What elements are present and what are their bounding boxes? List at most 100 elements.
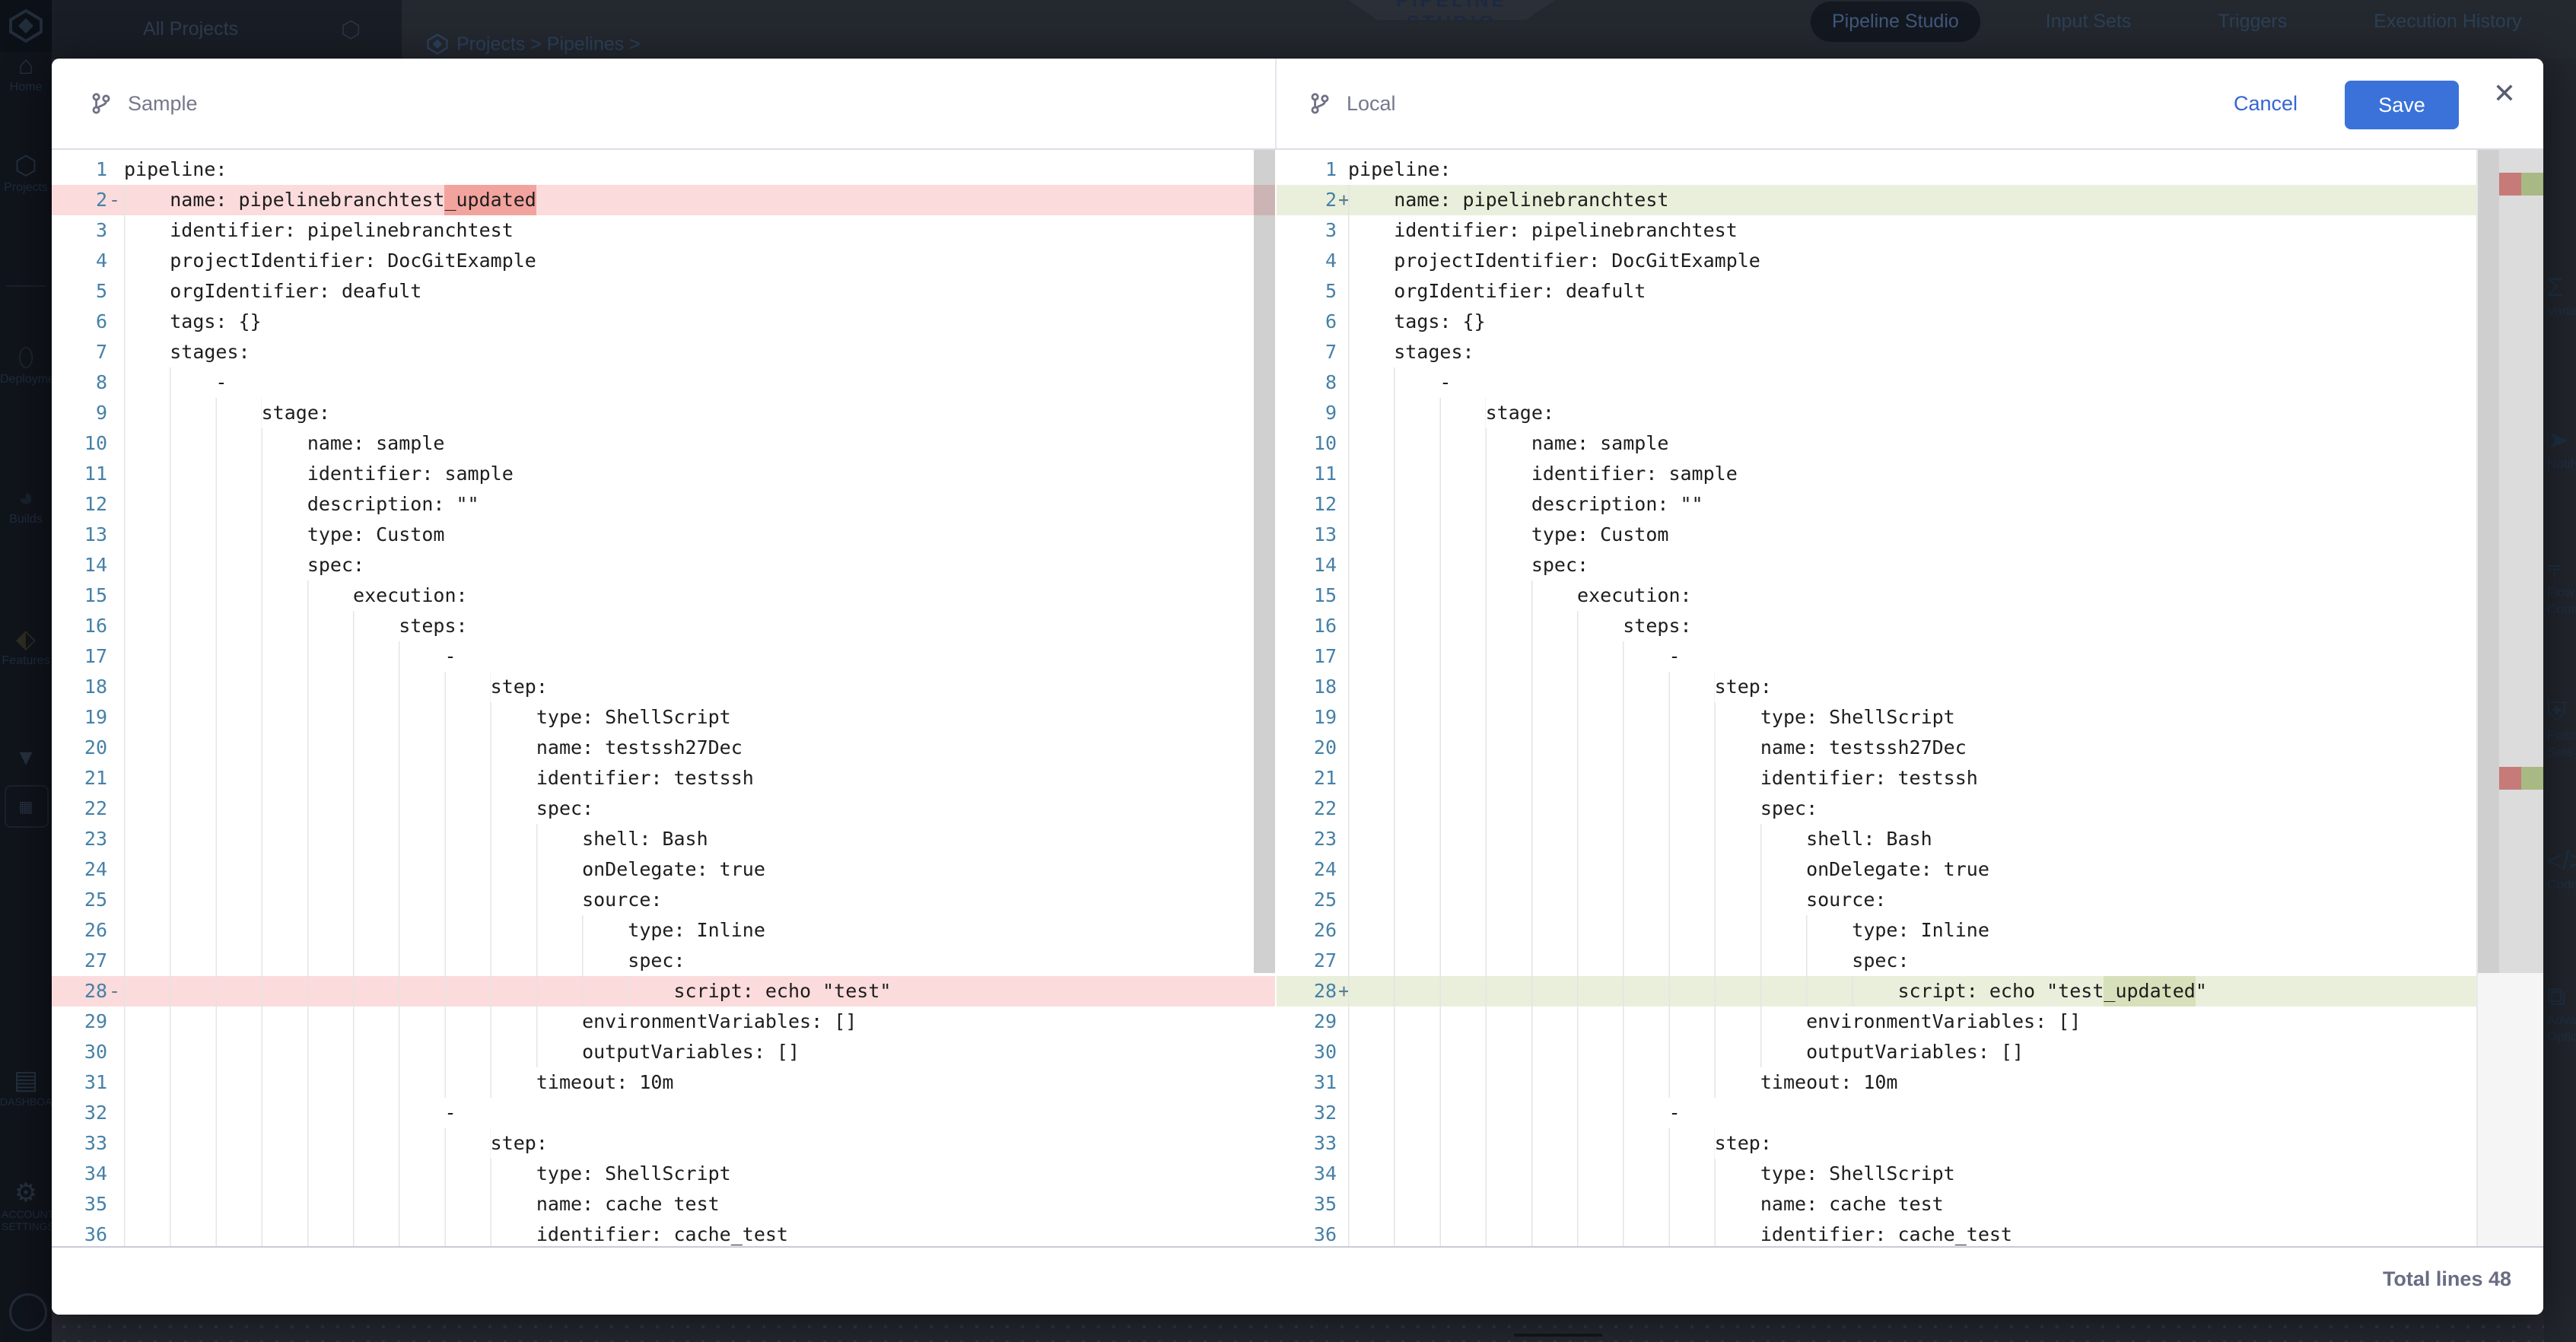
code-line[interactable]: 9 stage:: [52, 398, 1275, 428]
modified-editor[interactable]: 1pipeline:2+ name: pipelinebranchtest3 i…: [1277, 150, 2476, 1246]
code-line[interactable]: 7 stages:: [52, 337, 1275, 367]
code-line[interactable]: 2- name: pipelinebranchtest_updated: [52, 185, 1275, 215]
close-icon[interactable]: ✕: [2483, 72, 2526, 115]
code-line[interactable]: 34 type: ShellScript: [52, 1159, 1275, 1189]
module-grid-button[interactable]: ▦: [5, 785, 49, 828]
sidebar-item-account-settings[interactable]: ⚙ ACCOUNT SETTINGS: [0, 1178, 52, 1232]
code-line[interactable]: 5 orgIdentifier: deafult: [52, 276, 1275, 307]
code-line[interactable]: 3 identifier: pipelinebranchtest: [52, 215, 1275, 246]
sidebar-item-features[interactable]: ⬖ Features: [0, 624, 52, 668]
code-line[interactable]: 22 spec:: [52, 793, 1275, 824]
code-line[interactable]: 22 spec:: [1277, 793, 2476, 824]
code-line[interactable]: 20 name: testssh27Dec: [1277, 733, 2476, 763]
code-line[interactable]: 16 steps:: [52, 611, 1275, 641]
code-line[interactable]: 32 -: [1277, 1098, 2476, 1128]
code-line[interactable]: 12 description: "": [1277, 489, 2476, 520]
save-button[interactable]: Save: [2345, 81, 2459, 129]
code-line[interactable]: 32 -: [52, 1098, 1275, 1128]
code-line[interactable]: 24 onDelegate: true: [52, 854, 1275, 885]
code-line[interactable]: 8 -: [1277, 367, 2476, 398]
code-line[interactable]: 11 identifier: sample: [52, 459, 1275, 489]
sidebar-item-home[interactable]: ⌂ Home: [0, 50, 52, 94]
project-selector[interactable]: All Projects ⬡: [52, 0, 402, 59]
breadcrumb[interactable]: Projects > Pipelines >: [426, 30, 641, 58]
sidebar-item-dashboards[interactable]: ▤ DASHBOARDS: [0, 1065, 52, 1108]
original-editor[interactable]: 1pipeline:2- name: pipelinebranchtest_up…: [52, 150, 1275, 1246]
code-line[interactable]: 19 type: ShellScript: [1277, 702, 2476, 733]
code-line[interactable]: 21 identifier: testssh: [52, 763, 1275, 793]
code-line[interactable]: 1pipeline:: [1277, 154, 2476, 185]
code-line[interactable]: 4 projectIdentifier: DocGitExample: [1277, 246, 2476, 276]
avatar[interactable]: [9, 1293, 47, 1331]
code-line[interactable]: 25 source:: [52, 885, 1275, 915]
sidebar-expand-chevron[interactable]: ▾: [0, 742, 52, 772]
rail-item-policy-sets[interactable]: ⛨ Policy Sets: [2547, 698, 2576, 761]
code-line[interactable]: 23 shell: Bash: [1277, 824, 2476, 854]
code-line[interactable]: 18 step:: [52, 672, 1275, 702]
sidebar-item-projects[interactable]: ⬡ Projects: [0, 151, 52, 195]
code-line[interactable]: 29 environmentVariables: []: [1277, 1006, 2476, 1037]
code-line[interactable]: 17 -: [1277, 641, 2476, 672]
code-line[interactable]: 1pipeline:: [52, 154, 1275, 185]
rail-item-advanced-options[interactable]: ⧉ Advanced Options: [2547, 982, 2576, 1045]
code-line[interactable]: 5 orgIdentifier: deafult: [1277, 276, 2476, 307]
tab-input-sets[interactable]: Input Sets: [2024, 2, 2153, 42]
code-line[interactable]: 21 identifier: testssh: [1277, 763, 2476, 793]
code-line[interactable]: 2+ name: pipelinebranchtest: [1277, 185, 2476, 215]
sidebar-item-builds[interactable]: ◕ Builds: [0, 482, 52, 526]
code-line[interactable]: 10 name: sample: [52, 428, 1275, 459]
code-line[interactable]: 18 step:: [1277, 672, 2476, 702]
code-line[interactable]: 31 timeout: 10m: [1277, 1067, 2476, 1098]
code-line[interactable]: 17 -: [52, 641, 1275, 672]
code-line[interactable]: 20 name: testssh27Dec: [52, 733, 1275, 763]
code-line[interactable]: 9 stage:: [1277, 398, 2476, 428]
sidebar-item-deployments[interactable]: ⬯ Deployments: [0, 342, 52, 386]
code-line[interactable]: 30 outputVariables: []: [1277, 1037, 2476, 1067]
code-line[interactable]: 13 type: Custom: [1277, 520, 2476, 550]
code-line[interactable]: 27 spec:: [52, 946, 1275, 976]
code-line[interactable]: 14 spec:: [1277, 550, 2476, 580]
code-line[interactable]: 12 description: "": [52, 489, 1275, 520]
code-line[interactable]: 33 step:: [52, 1128, 1275, 1159]
right-scrollbar-thumb[interactable]: [2478, 150, 2499, 973]
code-line[interactable]: 34 type: ShellScript: [1277, 1159, 2476, 1189]
code-line[interactable]: 29 environmentVariables: []: [52, 1006, 1275, 1037]
code-line[interactable]: 14 spec:: [52, 550, 1275, 580]
code-line[interactable]: 26 type: Inline: [1277, 915, 2476, 946]
code-line[interactable]: 13 type: Custom: [52, 520, 1275, 550]
code-line[interactable]: 10 name: sample: [1277, 428, 2476, 459]
code-line[interactable]: 15 execution:: [1277, 580, 2476, 611]
rail-item-variables[interactable]: Σ Variables: [2547, 273, 2576, 320]
harness-logo[interactable]: [0, 0, 52, 52]
code-line[interactable]: 27 spec:: [1277, 946, 2476, 976]
code-line[interactable]: 4 projectIdentifier: DocGitExample: [52, 246, 1275, 276]
code-line[interactable]: 8 -: [52, 367, 1275, 398]
code-line[interactable]: 24 onDelegate: true: [1277, 854, 2476, 885]
code-line[interactable]: 36 identifier: cache_test: [52, 1220, 1275, 1246]
rail-item-codebase[interactable]: </> Codebase: [2547, 847, 2576, 893]
code-line[interactable]: 28- script: echo "test": [52, 976, 1275, 1006]
left-scrollbar-thumb[interactable]: [1254, 150, 1275, 973]
code-line[interactable]: 6 tags: {}: [52, 307, 1275, 337]
rail-item-notify[interactable]: ➤ Notify: [2547, 425, 2576, 472]
code-line[interactable]: 16 steps:: [1277, 611, 2476, 641]
code-line[interactable]: 28+ script: echo "test_updated": [1277, 976, 2476, 1006]
code-line[interactable]: 6 tags: {}: [1277, 307, 2476, 337]
tab-pipeline-studio[interactable]: Pipeline Studio: [1811, 2, 1980, 42]
tab-execution-history[interactable]: Execution History: [2352, 2, 2543, 42]
code-line[interactable]: 3 identifier: pipelinebranchtest: [1277, 215, 2476, 246]
code-line[interactable]: 19 type: ShellScript: [52, 702, 1275, 733]
code-line[interactable]: 23 shell: Bash: [52, 824, 1275, 854]
cancel-button[interactable]: Cancel: [2212, 84, 2319, 122]
code-line[interactable]: 35 name: cache test: [1277, 1189, 2476, 1220]
code-line[interactable]: 15 execution:: [52, 580, 1275, 611]
code-line[interactable]: 11 identifier: sample: [1277, 459, 2476, 489]
code-line[interactable]: 30 outputVariables: []: [52, 1037, 1275, 1067]
tab-triggers[interactable]: Triggers: [2196, 2, 2308, 42]
code-line[interactable]: 25 source:: [1277, 885, 2476, 915]
code-line[interactable]: 26 type: Inline: [52, 915, 1275, 946]
rail-item-flow-control[interactable]: ⫧ Flow Control: [2547, 555, 2576, 618]
code-line[interactable]: 31 timeout: 10m: [52, 1067, 1275, 1098]
code-line[interactable]: 7 stages:: [1277, 337, 2476, 367]
code-line[interactable]: 35 name: cache test: [52, 1189, 1275, 1220]
